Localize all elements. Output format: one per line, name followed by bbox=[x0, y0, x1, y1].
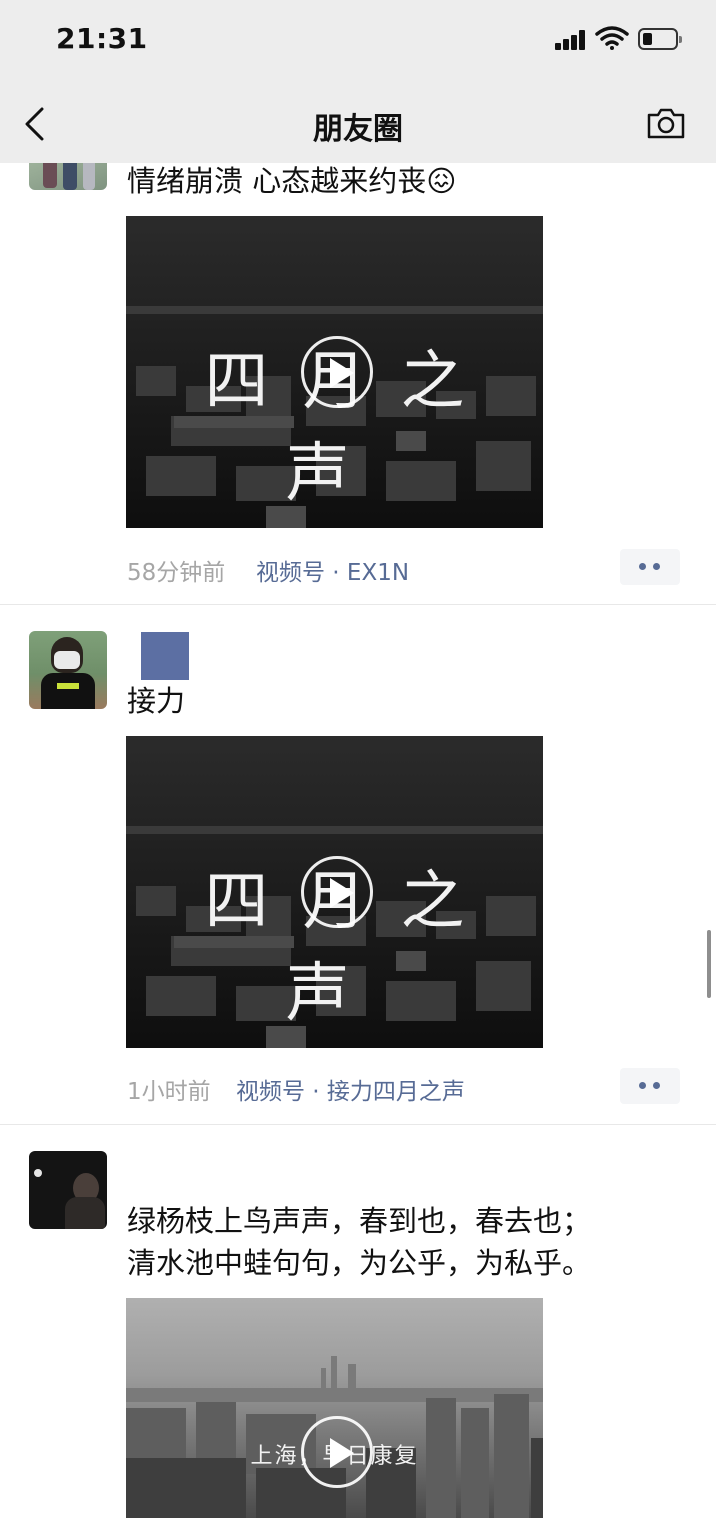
more-actions-button[interactable] bbox=[620, 549, 680, 585]
more-actions-button[interactable] bbox=[620, 1068, 680, 1104]
channel-link[interactable]: 视频号 · EX1N bbox=[256, 553, 409, 587]
scrollbar[interactable] bbox=[707, 930, 711, 998]
status-time: 21:31 bbox=[56, 22, 148, 55]
video-thumbnail[interactable]: 四月之声 bbox=[126, 736, 543, 1048]
play-icon[interactable] bbox=[301, 856, 373, 928]
post-divider bbox=[0, 604, 716, 605]
camera-icon[interactable] bbox=[646, 106, 686, 140]
post-divider bbox=[0, 1124, 716, 1125]
post-text: 接力 bbox=[127, 684, 186, 718]
post-text-line: 清水池中蛙句句，为公乎，为私乎。 bbox=[127, 1246, 592, 1280]
channel-link[interactable]: 视频号 · 接力四月之声 bbox=[236, 1072, 465, 1106]
post-text-line: 绿杨枝上鸟声声，春到也，春去也； bbox=[127, 1204, 592, 1238]
avatar[interactable] bbox=[29, 631, 107, 709]
avatar[interactable] bbox=[29, 1151, 107, 1229]
post-text: 情绪崩溃 心态越来约丧😖 bbox=[127, 164, 457, 198]
post-time: 58分钟前 bbox=[127, 560, 226, 586]
wifi-icon bbox=[595, 26, 629, 50]
navigation-bar: 21:31 朋友圈 bbox=[0, 0, 716, 163]
cellular-signal-icon bbox=[555, 30, 587, 50]
user-name[interactable] bbox=[141, 632, 189, 680]
play-icon[interactable] bbox=[301, 1416, 373, 1488]
video-thumbnail[interactable]: 上海，早日康复 bbox=[126, 1298, 543, 1518]
play-icon[interactable] bbox=[301, 336, 373, 408]
battery-icon bbox=[638, 28, 682, 50]
page-title: 朋友圈 bbox=[313, 112, 403, 147]
video-thumbnail[interactable]: 四月之声 bbox=[126, 216, 543, 528]
post-time: 1小时前 bbox=[127, 1079, 211, 1105]
